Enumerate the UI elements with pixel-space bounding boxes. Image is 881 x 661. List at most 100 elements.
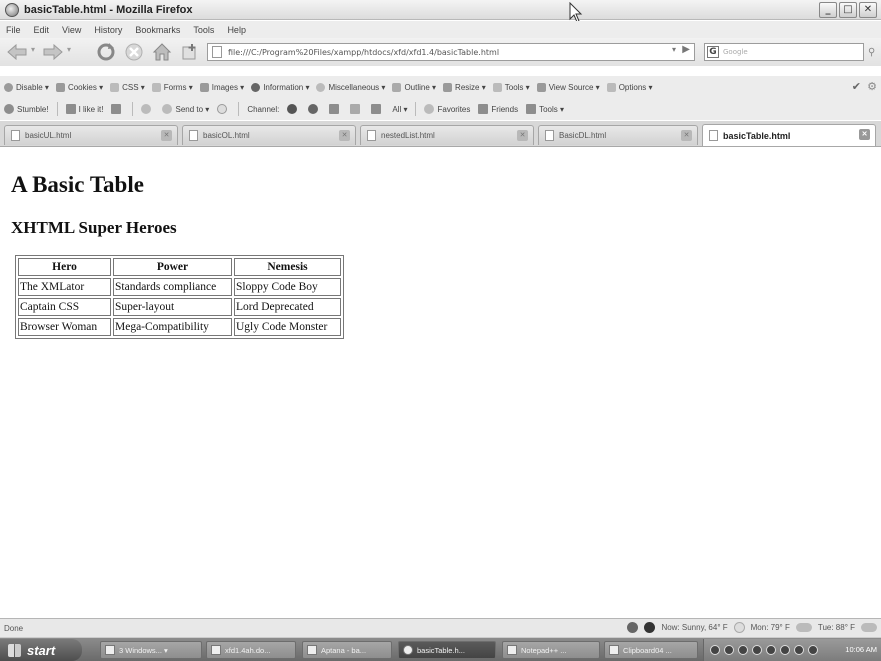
- go-arrow-icon[interactable]: ▶: [682, 44, 690, 55]
- toolbox-icon: [526, 104, 537, 114]
- tab-label: basicUL.html: [25, 131, 72, 140]
- taskbar-item-firefox[interactable]: basicTable.h...: [398, 641, 496, 659]
- devbar-view-source[interactable]: View Source ▾: [536, 82, 600, 92]
- stumble-button[interactable]: Stumble!: [4, 104, 49, 114]
- close-button[interactable]: ✕: [859, 2, 877, 18]
- search-box[interactable]: G Google: [704, 43, 864, 61]
- devbar-disable[interactable]: Disable ▾: [4, 82, 49, 92]
- clock[interactable]: 10:06 AM: [845, 645, 877, 654]
- channel-people[interactable]: [329, 104, 342, 114]
- minimize-button[interactable]: _: [819, 2, 837, 18]
- weather-monday[interactable]: Mon: 79° F: [751, 623, 790, 632]
- tab-close-icon[interactable]: ✕: [859, 129, 870, 140]
- status-shield-icon[interactable]: [627, 622, 639, 633]
- menu-help[interactable]: Help: [227, 25, 246, 35]
- back-dropdown-icon[interactable]: ▾: [31, 45, 35, 54]
- disable-icon: [4, 82, 13, 92]
- menu-edit[interactable]: Edit: [34, 25, 50, 35]
- tray-icon[interactable]: [766, 645, 776, 655]
- channel-news[interactable]: [371, 104, 384, 114]
- information-icon: [251, 82, 261, 92]
- tray-icon[interactable]: [752, 645, 762, 655]
- tab-basictable[interactable]: basicTable.html ✕: [702, 124, 876, 146]
- tray-icon[interactable]: [710, 645, 720, 655]
- windows-taskbar: start 3 Windows... ▾ xfd1.4ah.do... Apta…: [0, 637, 881, 661]
- tag-button[interactable]: [141, 104, 154, 114]
- search-magnifier-icon[interactable]: ⚲: [868, 47, 875, 58]
- tray-icon[interactable]: [794, 645, 804, 655]
- menu-history[interactable]: History: [94, 25, 122, 35]
- tray-icon[interactable]: [738, 645, 748, 655]
- home-icon[interactable]: [152, 42, 172, 62]
- start-label: start: [27, 642, 56, 658]
- checkmark-icon[interactable]: ✔: [852, 80, 861, 93]
- back-arrow-icon[interactable]: [6, 44, 28, 60]
- channel-games[interactable]: [308, 104, 321, 114]
- menu-tools[interactable]: Tools: [193, 25, 214, 35]
- devbar-resize[interactable]: Resize ▾: [443, 82, 486, 92]
- search-engine-icon[interactable]: G: [707, 46, 719, 58]
- status-addon-icon[interactable]: [644, 622, 656, 633]
- address-bar[interactable]: file:///C:/Program%20Files/xampp/htdocs/…: [207, 43, 695, 61]
- devbar-forms[interactable]: Forms ▾: [151, 82, 193, 92]
- tray-icon[interactable]: [724, 645, 734, 655]
- channel-camera[interactable]: [287, 104, 300, 114]
- comment-button[interactable]: [217, 104, 230, 114]
- taskbar-item-windows[interactable]: 3 Windows... ▾: [100, 641, 202, 659]
- settings-icon[interactable]: ⚙: [867, 80, 877, 93]
- devbar-images[interactable]: Images ▾: [199, 82, 244, 92]
- devbar-label: Tools: [504, 82, 524, 92]
- tab-close-icon[interactable]: ✕: [517, 130, 528, 141]
- tab-close-icon[interactable]: ✕: [161, 130, 172, 141]
- like-label: I like it!: [78, 104, 104, 114]
- maximize-button[interactable]: □: [839, 2, 857, 18]
- taskbar-item-clipboard[interactable]: Clipboard04 ...: [604, 641, 698, 659]
- tab-nestedlist[interactable]: nestedList.html ✕: [360, 125, 534, 145]
- stumble-tools-button[interactable]: Tools ▾: [526, 104, 564, 114]
- favorites-button[interactable]: Favorites: [424, 104, 470, 114]
- devbar-cookies[interactable]: Cookies ▾: [55, 82, 103, 92]
- favorites-label: Favorites: [437, 104, 471, 114]
- taskbar-item-aptana[interactable]: Aptana - ba...: [302, 641, 392, 659]
- tab-basicol[interactable]: basicOL.html ✕: [182, 125, 356, 145]
- url-dropdown-icon[interactable]: ▾: [672, 45, 676, 54]
- stop-icon[interactable]: [125, 43, 143, 61]
- dislike-button[interactable]: [111, 104, 124, 114]
- tray-icon[interactable]: [780, 645, 790, 655]
- forward-dropdown-icon[interactable]: ▾: [67, 45, 71, 54]
- weather-tuesday[interactable]: Tue: 88° F: [818, 623, 855, 632]
- send-to-button[interactable]: Send to ▾: [162, 104, 209, 114]
- devbar-tools[interactable]: Tools ▾: [492, 82, 530, 92]
- menu-view[interactable]: View: [62, 25, 81, 35]
- taskbar-item-word[interactable]: xfd1.4ah.do...: [206, 641, 296, 659]
- notepad-icon: [507, 645, 517, 655]
- channel-all[interactable]: All ▾: [392, 105, 407, 114]
- new-tab-icon[interactable]: [181, 43, 199, 61]
- devbar-information[interactable]: Information ▾: [251, 82, 309, 92]
- taskbar-item-notepad[interactable]: Notepad++ ...: [502, 641, 600, 659]
- menu-bookmarks[interactable]: Bookmarks: [135, 25, 180, 35]
- table-heading: XHTML Super Heroes: [11, 218, 177, 237]
- start-button[interactable]: start: [0, 639, 82, 661]
- send-icon: [162, 104, 173, 114]
- friends-button[interactable]: Friends: [478, 104, 518, 114]
- tab-close-icon[interactable]: ✕: [339, 130, 350, 141]
- channel-tools[interactable]: [350, 104, 363, 114]
- reload-icon[interactable]: [96, 42, 116, 62]
- word-icon: [211, 645, 221, 655]
- devbar-options[interactable]: Options ▾: [606, 82, 653, 92]
- devbar-outline[interactable]: Outline ▾: [392, 82, 436, 92]
- weather-now[interactable]: Now: Sunny, 64° F: [661, 623, 727, 632]
- tab-close-icon[interactable]: ✕: [681, 130, 692, 141]
- devbar-css[interactable]: CSS ▾: [110, 82, 145, 92]
- menu-file[interactable]: File: [6, 25, 21, 35]
- devbar-label: Options: [618, 82, 647, 92]
- like-button[interactable]: I like it!: [65, 104, 104, 114]
- separator: [415, 102, 417, 116]
- tab-basicdl[interactable]: BasicDL.html ✕: [538, 125, 698, 145]
- tray-icon[interactable]: [808, 645, 818, 655]
- devbar-miscellaneous[interactable]: Miscellaneous ▾: [316, 82, 385, 92]
- forward-arrow-icon[interactable]: [42, 44, 64, 60]
- page-heading: A Basic Table: [11, 172, 144, 197]
- tab-basicul[interactable]: basicUL.html ✕: [4, 125, 178, 145]
